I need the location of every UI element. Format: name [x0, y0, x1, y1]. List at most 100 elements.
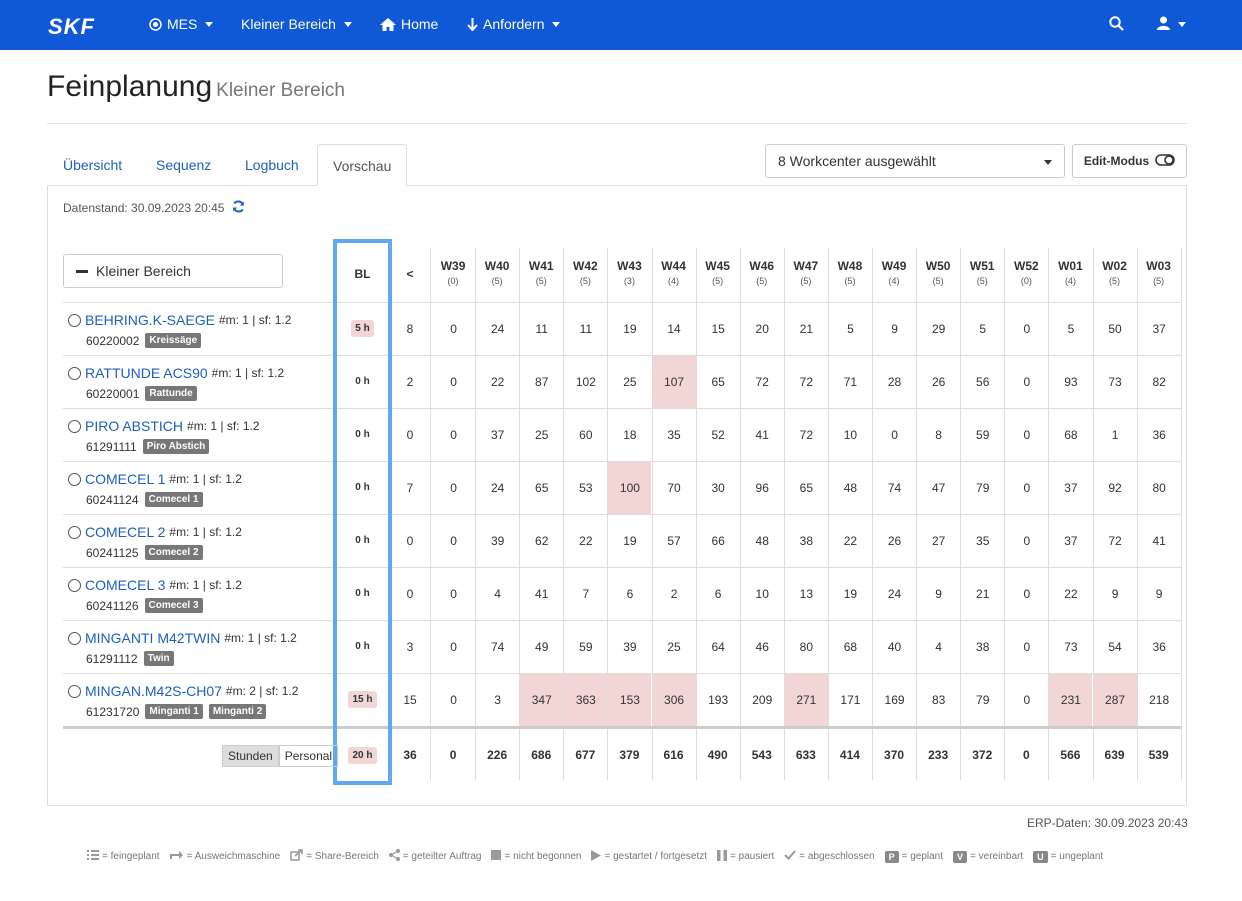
week-cell[interactable]: 28 — [873, 356, 916, 408]
backlog-cell[interactable]: 0 — [390, 408, 430, 461]
week-cell[interactable]: 35 — [653, 409, 696, 461]
week-cell[interactable]: 0 — [1005, 568, 1048, 620]
week-cell[interactable]: 15 — [697, 303, 740, 355]
week-cell[interactable]: 71 — [829, 356, 872, 408]
week-cell[interactable]: 37 — [476, 409, 519, 461]
backlog-cell[interactable]: 3 — [390, 620, 430, 673]
week-cell[interactable]: 107 — [652, 356, 696, 408]
week-cell[interactable]: 0 — [1005, 303, 1048, 355]
backlog-cell[interactable]: 2 — [390, 355, 430, 408]
week-cell[interactable]: 0 — [432, 674, 475, 726]
machine-link[interactable]: BEHRING.K-SAEGE — [85, 312, 215, 328]
week-cell[interactable]: 6 — [697, 568, 740, 620]
search-button[interactable] — [1109, 16, 1124, 34]
week-cell[interactable]: 65 — [697, 356, 740, 408]
week-cell[interactable]: 25 — [520, 409, 563, 461]
week-cell[interactable]: 27 — [917, 515, 960, 567]
week-cell[interactable]: 4 — [476, 568, 519, 620]
week-cell[interactable]: 79 — [961, 462, 1004, 514]
week-cell[interactable]: 54 — [1094, 621, 1137, 673]
week-cell[interactable]: 26 — [917, 356, 960, 408]
machine-link[interactable]: PIRO ABSTICH — [85, 418, 183, 434]
week-cell[interactable]: 41 — [741, 409, 784, 461]
week-cell[interactable]: 21 — [961, 568, 1004, 620]
week-cell[interactable]: 10 — [829, 409, 872, 461]
refresh-icon[interactable] — [232, 200, 245, 216]
week-cell[interactable]: 79 — [961, 674, 1004, 726]
week-cell[interactable]: 82 — [1138, 356, 1181, 408]
week-cell[interactable]: 19 — [829, 568, 872, 620]
week-cell[interactable]: 37 — [1138, 303, 1181, 355]
nav-mes[interactable]: MES — [149, 16, 214, 32]
workcenter-select[interactable]: 8 Workcenter ausgewählt — [765, 144, 1065, 178]
week-cell[interactable]: 66 — [697, 515, 740, 567]
week-cell[interactable]: 20 — [741, 303, 784, 355]
week-cell[interactable]: 0 — [1005, 356, 1048, 408]
week-cell[interactable]: 0 — [432, 515, 475, 567]
week-cell[interactable]: 41 — [520, 568, 563, 620]
user-menu[interactable] — [1157, 16, 1186, 33]
week-cell[interactable]: 48 — [829, 462, 872, 514]
week-cell[interactable]: 56 — [961, 356, 1004, 408]
week-cell[interactable]: 40 — [873, 621, 916, 673]
week-cell[interactable]: 48 — [741, 515, 784, 567]
machine-radio[interactable] — [68, 578, 81, 592]
week-cell[interactable]: 0 — [1005, 462, 1048, 514]
week-cell[interactable]: 36 — [1138, 621, 1181, 673]
week-cell[interactable]: 47 — [917, 462, 960, 514]
week-cell[interactable]: 64 — [697, 621, 740, 673]
week-cell[interactable]: 9 — [1138, 568, 1181, 620]
week-cell[interactable]: 57 — [653, 515, 696, 567]
week-cell[interactable]: 24 — [873, 568, 916, 620]
week-cell[interactable]: 19 — [608, 515, 651, 567]
week-cell[interactable]: 0 — [1005, 621, 1048, 673]
week-cell[interactable]: 38 — [785, 515, 828, 567]
week-cell[interactable]: 80 — [785, 621, 828, 673]
week-cell[interactable]: 80 — [1138, 462, 1181, 514]
week-cell[interactable]: 19 — [608, 303, 651, 355]
week-cell[interactable]: 21 — [785, 303, 828, 355]
backlog-cell[interactable]: 0 — [390, 567, 430, 620]
week-cell[interactable]: 24 — [476, 303, 519, 355]
week-cell[interactable]: 59 — [564, 621, 607, 673]
week-cell[interactable]: 271 — [784, 674, 828, 726]
week-cell[interactable]: 41 — [1138, 515, 1181, 567]
backlog-cell[interactable]: 7 — [390, 461, 430, 514]
week-cell[interactable]: 14 — [653, 303, 696, 355]
machine-radio[interactable] — [68, 419, 81, 433]
week-cell[interactable]: 50 — [1094, 303, 1137, 355]
week-cell[interactable]: 39 — [476, 515, 519, 567]
week-cell[interactable]: 37 — [1049, 462, 1092, 514]
week-cell[interactable]: 209 — [741, 674, 784, 726]
collapse-bereich-button[interactable]: Kleiner Bereich — [63, 254, 283, 288]
week-cell[interactable]: 0 — [1005, 515, 1048, 567]
tab-sequenz[interactable]: Sequenz — [156, 157, 211, 173]
nav-home[interactable]: Home — [380, 16, 438, 32]
backlog-cell[interactable]: 15 — [390, 673, 430, 726]
week-cell[interactable]: 62 — [520, 515, 563, 567]
week-cell[interactable]: 93 — [1049, 356, 1092, 408]
week-cell[interactable]: 87 — [520, 356, 563, 408]
week-cell[interactable]: 22 — [1049, 568, 1092, 620]
tab-uebersicht[interactable]: Übersicht — [63, 157, 122, 173]
week-cell[interactable]: 100 — [608, 462, 652, 514]
tab-vorschau[interactable]: Vorschau — [317, 144, 408, 186]
week-cell[interactable]: 73 — [1049, 621, 1092, 673]
machine-radio[interactable] — [68, 313, 81, 327]
week-cell[interactable]: 0 — [873, 409, 916, 461]
machine-radio[interactable] — [68, 525, 81, 539]
week-cell[interactable]: 18 — [608, 409, 651, 461]
week-cell[interactable]: 0 — [432, 303, 475, 355]
week-cell[interactable]: 102 — [564, 356, 607, 408]
week-cell[interactable]: 0 — [432, 621, 475, 673]
week-cell[interactable]: 11 — [520, 303, 563, 355]
week-cell[interactable]: 8 — [917, 409, 960, 461]
week-cell[interactable]: 72 — [785, 356, 828, 408]
week-cell[interactable]: 73 — [1094, 356, 1137, 408]
week-cell[interactable]: 36 — [1138, 409, 1181, 461]
backlog-cell[interactable]: 8 — [390, 302, 430, 355]
week-cell[interactable]: 59 — [961, 409, 1004, 461]
edit-mode-button[interactable]: Edit-Modus — [1072, 144, 1187, 178]
week-cell[interactable]: 25 — [653, 621, 696, 673]
week-cell[interactable]: 153 — [608, 674, 652, 726]
